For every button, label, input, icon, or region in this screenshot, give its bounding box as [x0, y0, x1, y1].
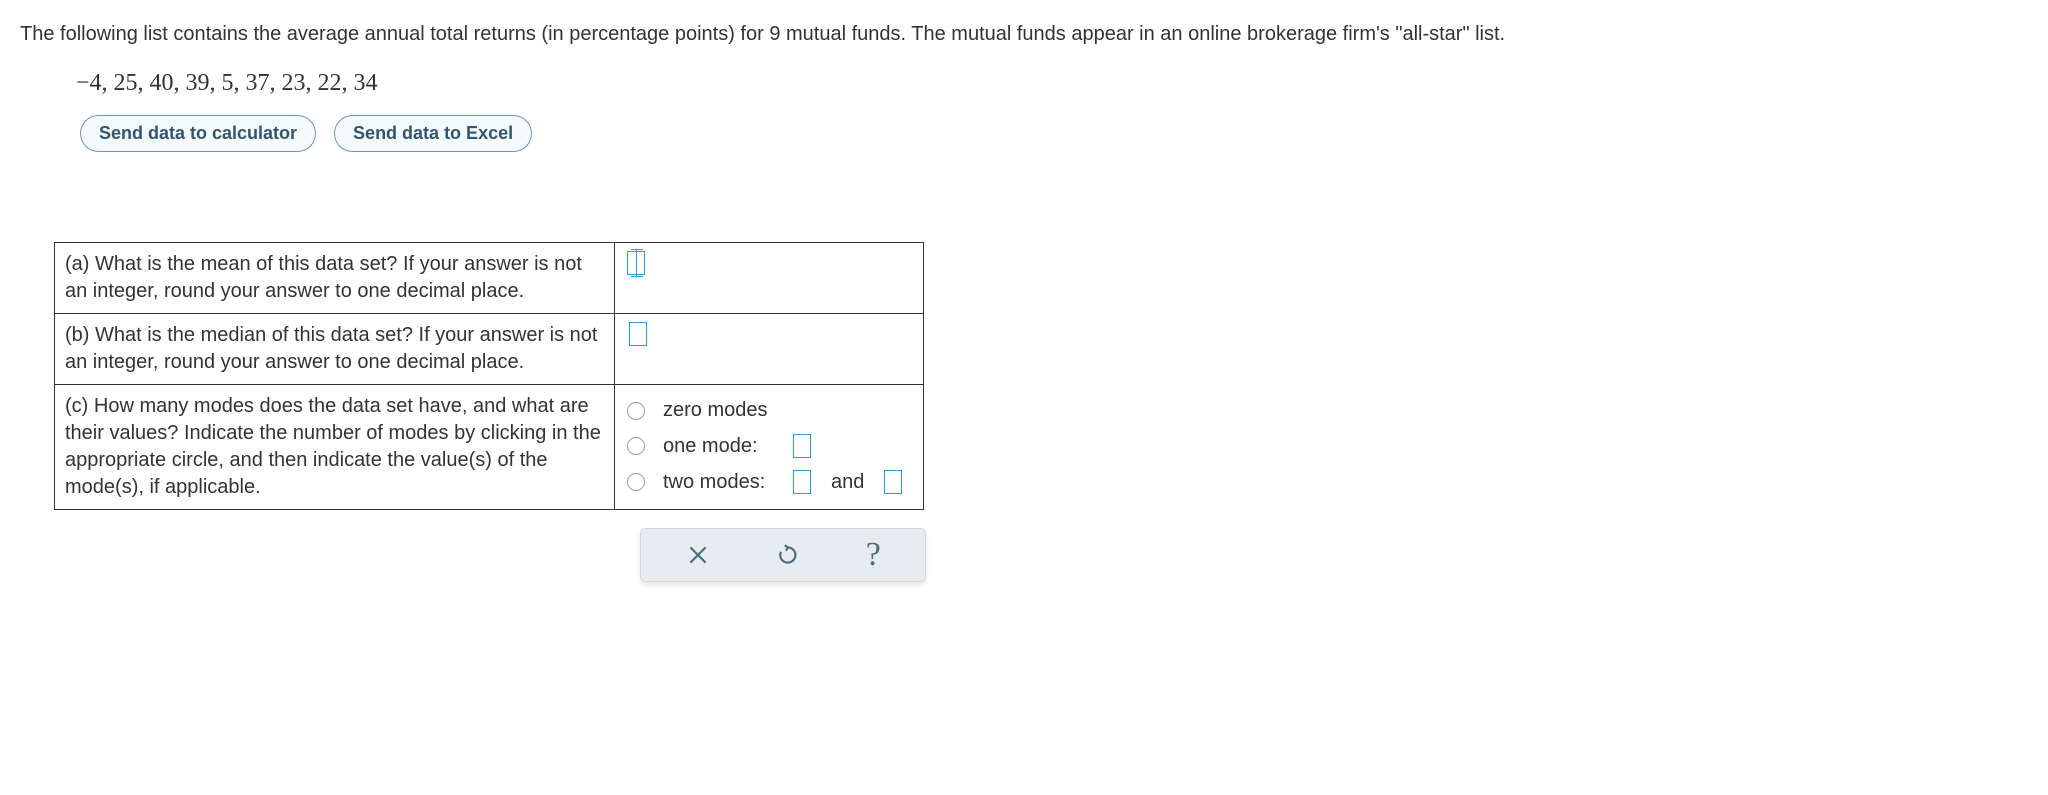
send-to-excel-button[interactable]: Send data to Excel — [334, 115, 532, 152]
radio-zero-modes[interactable] — [627, 402, 645, 420]
two-modes-value1-input[interactable] — [793, 470, 811, 494]
data-export-buttons: Send data to calculator Send data to Exc… — [80, 115, 2028, 152]
part-a-answer-cell — [615, 243, 924, 314]
part-b-question: (b) What is the median of this data set?… — [55, 314, 615, 385]
undo-icon — [775, 542, 801, 568]
action-bar: ? — [640, 528, 926, 582]
send-to-calculator-button[interactable]: Send data to calculator — [80, 115, 316, 152]
dataset-list: −4, 25, 40, 39, 5, 37, 23, 22, 34 — [76, 70, 2028, 97]
and-label: and — [831, 471, 864, 494]
two-modes-value2-input[interactable] — [884, 470, 902, 494]
radio-one-mode[interactable] — [627, 437, 645, 455]
answer-table: (a) What is the mean of this data set? I… — [54, 242, 924, 510]
help-button[interactable]: ? — [866, 538, 881, 572]
two-modes-label: two modes: — [663, 471, 773, 494]
part-c-question: (c) How many modes does the data set hav… — [55, 385, 615, 510]
part-c-answer-cell: zero modes one mode: two modes: and — [615, 385, 924, 510]
part-b-answer-cell — [615, 314, 924, 385]
clear-button[interactable] — [685, 542, 711, 568]
problem-intro: The following list contains the average … — [20, 20, 2028, 48]
reset-button[interactable] — [775, 542, 801, 568]
one-mode-value-input[interactable] — [793, 434, 811, 458]
radio-two-modes[interactable] — [627, 473, 645, 491]
mean-input[interactable] — [627, 251, 645, 275]
part-a-question: (a) What is the mean of this data set? I… — [55, 243, 615, 314]
zero-modes-label: zero modes — [663, 399, 773, 422]
one-mode-label: one mode: — [663, 435, 773, 458]
median-input[interactable] — [629, 322, 647, 346]
close-icon — [685, 542, 711, 568]
